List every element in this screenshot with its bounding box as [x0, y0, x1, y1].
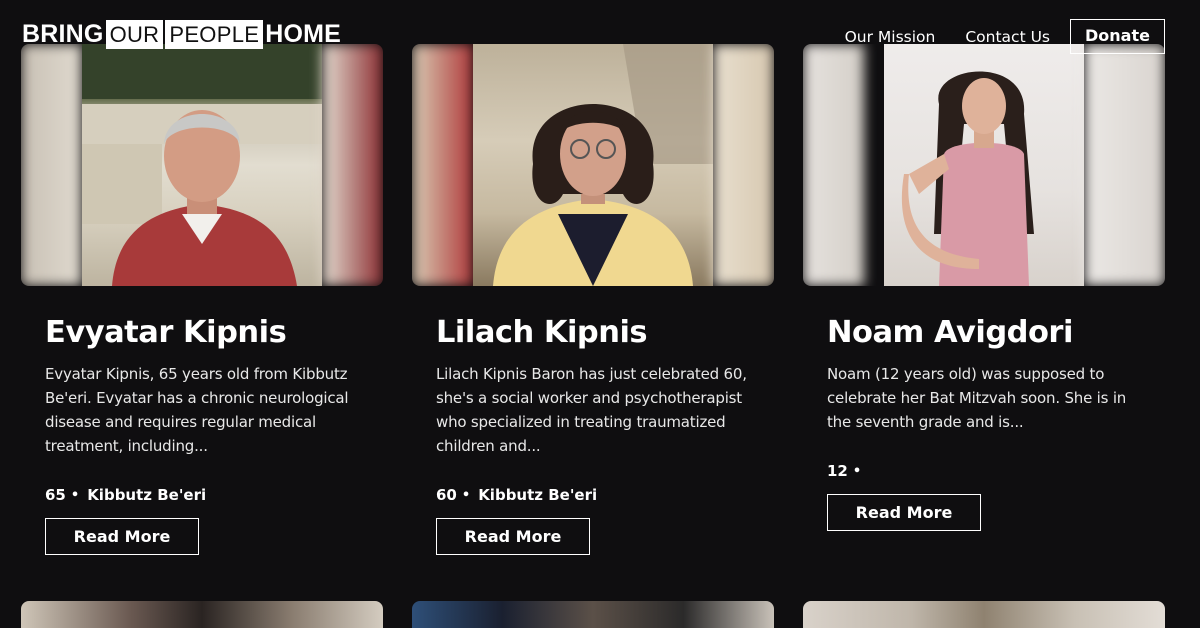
logo-word-home: HOME	[265, 20, 342, 48]
logo-word-our: OUR	[105, 19, 164, 49]
hostage-name: Noam Avigdori	[827, 315, 1073, 350]
hostage-photo-next-row[interactable]	[21, 601, 383, 628]
hostage-age: 65	[45, 486, 66, 504]
hostage-description: Evyatar Kipnis, 65 years old from Kibbut…	[45, 365, 349, 455]
read-more-button[interactable]: Read More	[827, 494, 981, 531]
hostage-description: Noam (12 years old) was supposed to cele…	[827, 365, 1127, 431]
person-illustration	[901, 71, 1034, 286]
logo-word-people: PEOPLE	[165, 19, 264, 49]
hostage-age: 12	[827, 462, 848, 480]
nav-our-mission[interactable]: Our Mission	[845, 28, 936, 46]
hostage-photo-next-row[interactable]	[803, 601, 1165, 628]
donate-button[interactable]: Donate	[1070, 19, 1165, 54]
meta-separator: •	[461, 487, 471, 503]
meta-separator: •	[70, 487, 80, 503]
read-more-button[interactable]: Read More	[436, 518, 590, 555]
hostage-photo[interactable]	[803, 44, 1165, 286]
hostage-photo[interactable]	[21, 44, 383, 286]
read-more-button[interactable]: Read More	[45, 518, 199, 555]
hostage-card: Lilach Kipnis Lilach Kipnis Baron has ju…	[412, 44, 774, 555]
main-nav: Our Mission Contact Us Donate	[845, 19, 1165, 54]
logo-word-bring: BRING	[22, 20, 104, 48]
hostage-meta: 65 • Kibbutz Be'eri	[45, 486, 383, 504]
person-illustration	[82, 44, 322, 286]
meta-separator: •	[852, 463, 862, 479]
hostage-meta: 12 •	[827, 462, 1165, 480]
hostage-age: 60	[436, 486, 457, 504]
hostage-location: Kibbutz Be'eri	[478, 486, 598, 504]
hostage-name: Lilach Kipnis	[436, 315, 648, 350]
hostage-card: Evyatar Kipnis Evyatar Kipnis, 65 years …	[21, 44, 383, 555]
site-logo[interactable]: BRING OUR PEOPLE HOME	[22, 19, 341, 49]
hostage-card: Noam Avigdori Noam (12 years old) was su…	[803, 44, 1165, 531]
hostage-name: Evyatar Kipnis	[45, 315, 287, 350]
hostage-photo[interactable]	[412, 44, 774, 286]
person-illustration	[493, 44, 713, 286]
hostage-photo-next-row[interactable]	[412, 601, 774, 628]
hostage-meta: 60 • Kibbutz Be'eri	[436, 486, 774, 504]
hostage-location: Kibbutz Be'eri	[87, 486, 207, 504]
hostage-description: Lilach Kipnis Baron has just celebrated …	[436, 365, 747, 455]
nav-contact-us[interactable]: Contact Us	[965, 28, 1050, 46]
